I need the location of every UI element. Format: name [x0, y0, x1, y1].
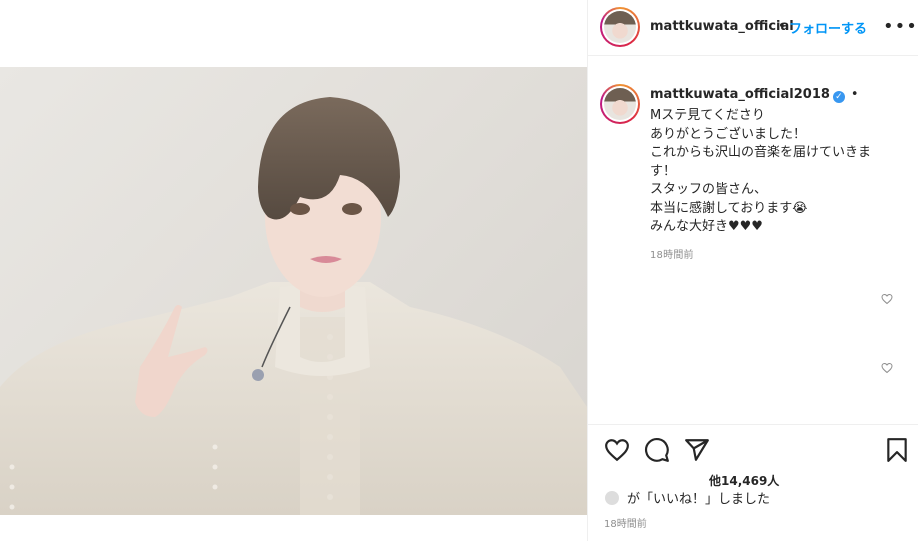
- verified-badge-icon: ✓: [832, 91, 845, 103]
- header-separator: •: [778, 19, 786, 34]
- caption-avatar[interactable]: [600, 84, 640, 124]
- follow-button[interactable]: フォローする: [789, 18, 867, 37]
- post-media-area: [0, 0, 588, 541]
- header-avatar[interactable]: [600, 7, 640, 47]
- post-side-panel: mattkuwata_official • フォローする ••• mattkuw…: [588, 0, 918, 541]
- instagram-post-page: mattkuwata_official • フォローする ••• mattkuw…: [0, 0, 918, 541]
- portrait-illustration: [0, 97, 587, 515]
- caption-line: みんな大好き♥♥♥: [650, 219, 763, 234]
- caption-separator: •: [850, 87, 859, 102]
- likes-count[interactable]: 他14,469人: [709, 472, 779, 489]
- caption-text: Mステ見てくださり ありがとうございました！ これからも沢山の音楽を届けていきま…: [650, 107, 912, 237]
- caption-timestamp: 18時間前: [650, 250, 694, 261]
- comment-like-heart-icon[interactable]: [881, 362, 893, 374]
- bookmark-icon[interactable]: [884, 437, 910, 463]
- post-timestamp: 18時間前: [604, 519, 647, 530]
- liked-by-text: が「いいね！」しました: [627, 492, 771, 507]
- caption-username-row: mattkuwata_official2018 ✓ •: [650, 87, 859, 103]
- caption-line: 本当に感謝しております😭: [650, 200, 808, 216]
- caption-username[interactable]: mattkuwata_official2018: [650, 87, 830, 102]
- comment-icon[interactable]: [644, 437, 670, 463]
- liked-by-line: が「いいね！」しました: [605, 488, 770, 507]
- liker-avatar[interactable]: [605, 491, 619, 505]
- caption-line: ありがとうございました！: [650, 126, 807, 142]
- caption-line: す！: [650, 163, 677, 179]
- comment-like-heart-icon[interactable]: [881, 293, 893, 305]
- heart-icon[interactable]: [604, 437, 630, 463]
- post-header: mattkuwata_official • フォローする •••: [588, 0, 918, 56]
- share-icon[interactable]: [684, 437, 710, 463]
- caption-line: Mステ見てくださり: [650, 108, 765, 123]
- caption-line: スタッフの皆さん、: [650, 182, 768, 197]
- caption-line: これからも沢山の音楽を届けていきま: [650, 145, 872, 160]
- post-photo[interactable]: [0, 67, 587, 515]
- more-options-icon[interactable]: •••: [883, 16, 918, 37]
- post-actions-section: 他14,469人 が「いいね！」しました 18時間前: [588, 424, 918, 541]
- header-username[interactable]: mattkuwata_official: [650, 19, 794, 34]
